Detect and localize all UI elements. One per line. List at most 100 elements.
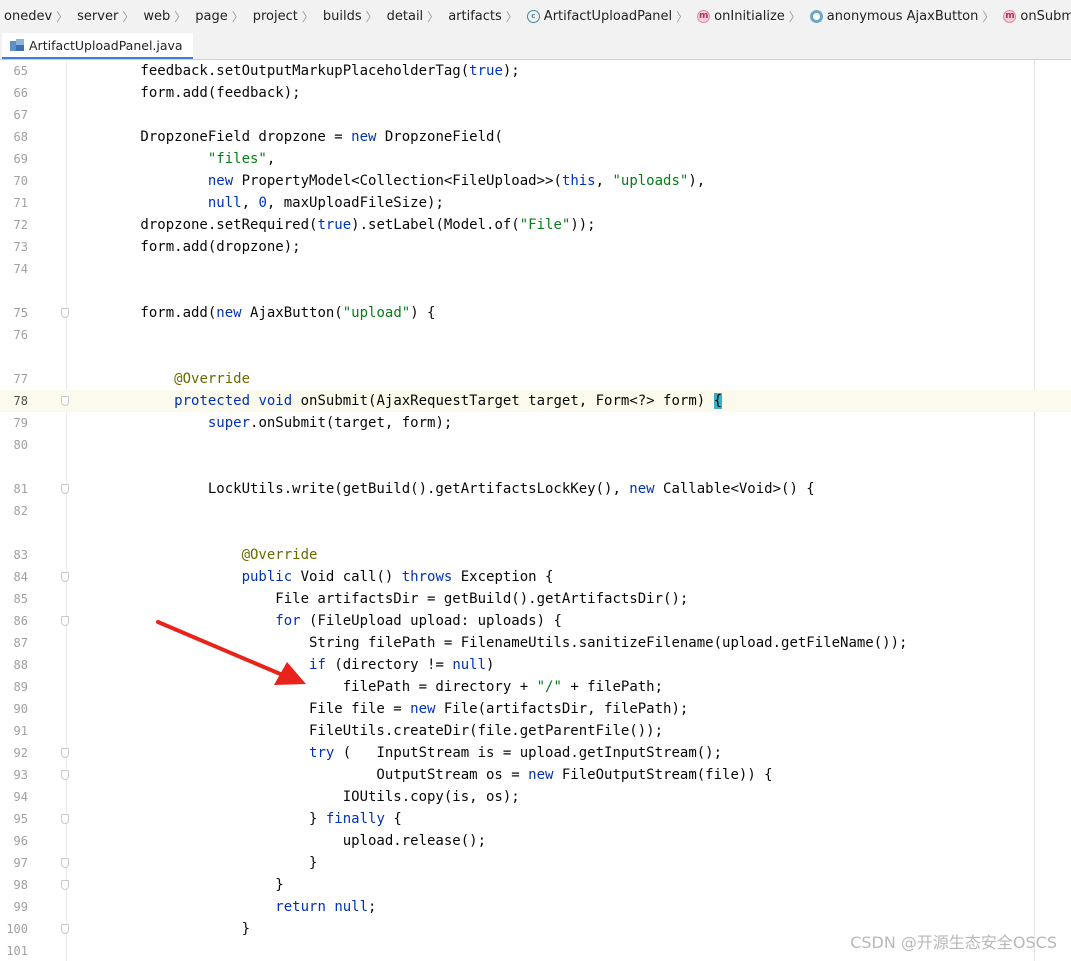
line-number: 72 bbox=[13, 218, 28, 232]
line-number bbox=[0, 280, 28, 302]
code-line[interactable]: 93 OutputStream os = new FileOutputStrea… bbox=[0, 764, 1071, 786]
breadcrumb-item-artifactuploadpanel[interactable]: c ArtifactUploadPanel bbox=[523, 9, 672, 24]
code-line[interactable]: 71 null, 0, maxUploadFileSize); bbox=[0, 192, 1071, 214]
code-line[interactable]: 66 form.add(feedback); bbox=[0, 82, 1071, 104]
chevron-right-icon: 〉 bbox=[788, 10, 801, 24]
breadcrumb-item-artifacts[interactable]: artifacts bbox=[444, 9, 502, 24]
code-line[interactable]: 75 form.add(new AjaxButton("upload") { bbox=[0, 302, 1071, 324]
code-line[interactable] bbox=[0, 522, 1071, 544]
line-number: 71 bbox=[13, 196, 28, 210]
code-line[interactable]: 84 public Void call() throws Exception { bbox=[0, 566, 1071, 588]
breadcrumb-item-onedev[interactable]: onedev bbox=[0, 9, 52, 24]
fold-marker-icon[interactable] bbox=[61, 770, 69, 780]
java-file-icon bbox=[10, 38, 24, 52]
code-line[interactable]: 82 bbox=[0, 500, 1071, 522]
code-line[interactable]: 96 upload.release(); bbox=[0, 830, 1071, 852]
code-editor[interactable]: 65 feedback.setOutputMarkupPlaceholderTa… bbox=[0, 60, 1071, 961]
code-text: try ( InputStream is = upload.getInputSt… bbox=[309, 745, 723, 761]
code-text: } finally { bbox=[73, 811, 402, 827]
code-line[interactable] bbox=[0, 346, 1071, 368]
breadcrumb-item-server[interactable]: server bbox=[73, 9, 118, 24]
code-line[interactable] bbox=[0, 280, 1071, 302]
code-line[interactable]: 98 } bbox=[0, 874, 1071, 896]
line-number: 70 bbox=[13, 174, 28, 188]
code-line[interactable]: 80 bbox=[0, 434, 1071, 456]
code-line[interactable]: 89 filePath = directory + "/" + filePath… bbox=[0, 676, 1071, 698]
tab-artifact-upload-panel[interactable]: ArtifactUploadPanel.java bbox=[2, 33, 193, 59]
chevron-right-icon: 〉 bbox=[174, 10, 187, 24]
chevron-right-icon: 〉 bbox=[676, 10, 689, 24]
fold-marker-icon[interactable] bbox=[61, 748, 69, 758]
code-line[interactable]: 73 form.add(dropzone); bbox=[0, 236, 1071, 258]
code-line[interactable]: 69 "files", bbox=[0, 148, 1071, 170]
code-line[interactable]: 83 @Override bbox=[0, 544, 1071, 566]
breadcrumb-item-detail[interactable]: detail bbox=[383, 9, 424, 24]
code-line[interactable]: 99 return null; bbox=[0, 896, 1071, 918]
code-text: new PropertyModel<Collection<FileUpload>… bbox=[207, 173, 706, 189]
line-number: 101 bbox=[6, 944, 28, 958]
code-line[interactable]: 90 File file = new File(artifactsDir, fi… bbox=[0, 698, 1071, 720]
code-line[interactable]: 79 super.onSubmit(target, form); bbox=[0, 412, 1071, 434]
chevron-right-icon: 〉 bbox=[56, 10, 69, 24]
fold-marker-icon[interactable] bbox=[61, 924, 69, 934]
breadcrumb-item-oninitialize[interactable]: m onInitialize bbox=[693, 9, 785, 24]
line-number: 96 bbox=[13, 834, 28, 848]
code-line[interactable]: 70 new PropertyModel<Collection<FileUplo… bbox=[0, 170, 1071, 192]
line-number: 78 bbox=[13, 394, 28, 408]
chevron-right-icon: 〉 bbox=[982, 10, 995, 24]
breadcrumb-item-onsubmit[interactable]: monSubmit bbox=[999, 9, 1071, 24]
code-line[interactable]: 85 File artifactsDir = getBuild().getArt… bbox=[0, 588, 1071, 610]
breadcrumb-item-builds[interactable]: builds bbox=[319, 9, 362, 24]
line-number: 97 bbox=[13, 856, 28, 870]
fold-marker-icon[interactable] bbox=[61, 858, 69, 868]
line-number: 76 bbox=[13, 328, 28, 342]
code-text: upload.release(); bbox=[73, 833, 487, 849]
code-line[interactable]: 86 for (FileUpload upload: uploads) { bbox=[0, 610, 1071, 632]
code-line[interactable]: 97 } bbox=[0, 852, 1071, 874]
fold-marker-icon[interactable] bbox=[61, 572, 69, 582]
code-text: String filePath = FilenameUtils.sanitize… bbox=[73, 635, 908, 651]
fold-marker-icon[interactable] bbox=[61, 880, 69, 890]
code-line[interactable]: 78 protected void onSubmit(AjaxRequestTa… bbox=[0, 390, 1071, 412]
line-number: 66 bbox=[13, 86, 28, 100]
code-line[interactable]: 76 bbox=[0, 324, 1071, 346]
code-line[interactable]: 68 DropzoneField dropzone = new Dropzone… bbox=[0, 126, 1071, 148]
code-line[interactable]: 81 LockUtils.write(getBuild().getArtifac… bbox=[0, 478, 1071, 500]
line-number: 84 bbox=[13, 570, 28, 584]
fold-marker-icon[interactable] bbox=[61, 396, 69, 406]
breadcrumb-label: onedev bbox=[4, 9, 53, 24]
breadcrumb-item-anonymous-ajaxbutton[interactable]: anonymous AjaxButton bbox=[806, 9, 978, 24]
fold-marker-icon[interactable] bbox=[61, 484, 69, 494]
code-line[interactable] bbox=[0, 456, 1071, 478]
breadcrumb-item-project[interactable]: project bbox=[249, 9, 298, 24]
line-number: 100 bbox=[6, 922, 28, 936]
code-line[interactable]: 94 IOUtils.copy(is, os); bbox=[0, 786, 1071, 808]
code-text: "files", bbox=[207, 151, 276, 167]
code-line[interactable]: 95 } finally { bbox=[0, 808, 1071, 830]
code-line[interactable]: 65 feedback.setOutputMarkupPlaceholderTa… bbox=[0, 60, 1071, 82]
code-text: LockUtils.write(getBuild().getArtifactsL… bbox=[73, 481, 815, 497]
class-icon: c bbox=[526, 10, 540, 23]
code-text: protected void onSubmit(AjaxRequestTarge… bbox=[174, 393, 723, 409]
code-text: FileUtils.createDir(file.getParentFile()… bbox=[73, 723, 664, 739]
code-line[interactable]: 67 bbox=[0, 104, 1071, 126]
fold-marker-icon[interactable] bbox=[61, 308, 69, 318]
breadcrumb-label: builds bbox=[322, 9, 362, 24]
breadcrumb-item-web[interactable]: web bbox=[139, 9, 170, 24]
code-line[interactable]: 92 try ( InputStream is = upload.getInpu… bbox=[0, 742, 1071, 764]
breadcrumb-item-page[interactable]: page bbox=[191, 9, 227, 24]
fold-marker-icon[interactable] bbox=[61, 814, 69, 824]
code-line[interactable]: 91 FileUtils.createDir(file.getParentFil… bbox=[0, 720, 1071, 742]
code-line[interactable]: 72 dropzone.setRequired(true).setLabel(M… bbox=[0, 214, 1071, 236]
code-line[interactable]: 74 bbox=[0, 258, 1071, 280]
code-text: OutputStream os = new FileOutputStream(f… bbox=[73, 767, 773, 783]
fold-marker-icon[interactable] bbox=[61, 616, 69, 626]
chevron-right-icon: 〉 bbox=[505, 10, 518, 24]
code-text: } bbox=[73, 877, 284, 893]
line-number: 77 bbox=[13, 372, 28, 386]
code-line[interactable]: 87 String filePath = FilenameUtils.sanit… bbox=[0, 632, 1071, 654]
line-number: 67 bbox=[13, 108, 28, 122]
code-line[interactable]: 77 @Override bbox=[0, 368, 1071, 390]
line-number: 93 bbox=[13, 768, 28, 782]
code-line[interactable]: 88 if (directory != null) bbox=[0, 654, 1071, 676]
